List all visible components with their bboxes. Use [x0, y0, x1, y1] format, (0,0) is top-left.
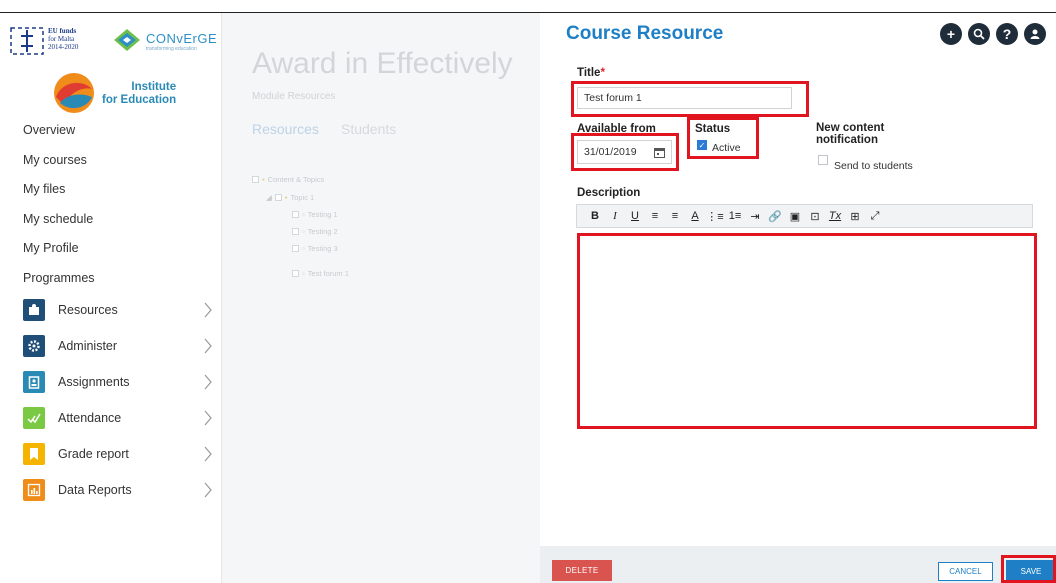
highlight-box	[571, 81, 809, 117]
help-icon[interactable]: ?	[996, 23, 1018, 45]
eu-flag-logo	[10, 27, 44, 55]
image-icon[interactable]: ▣	[785, 210, 805, 223]
dialog-footer: DELETE CANCEL SAVE	[540, 546, 1056, 583]
search-icon[interactable]	[968, 23, 990, 45]
link-icon[interactable]: 🔗	[765, 210, 785, 223]
page-subtitle: Module Resources	[252, 91, 336, 102]
gear-icon	[23, 335, 45, 357]
highlight-box	[577, 233, 1037, 429]
cancel-button[interactable]: CANCEL	[938, 562, 993, 581]
title-label: Title*	[577, 67, 605, 79]
table-icon[interactable]: ⊞	[845, 210, 865, 223]
header-icons: + ?	[940, 23, 1046, 45]
description-label: Description	[577, 187, 641, 199]
background-page: Award in Effectively Module Resources Re…	[222, 13, 540, 583]
fullscreen-icon[interactable]: ⤢	[865, 210, 885, 223]
font-color-button[interactable]: A	[685, 210, 705, 222]
clipboard-icon	[23, 371, 45, 393]
sidebar-item-label: Grade report	[58, 447, 129, 461]
italic-button[interactable]: I	[605, 210, 625, 222]
course-resource-dialog: Course Resource + ? Title* Test forum 1 …	[540, 13, 1056, 583]
sidebar-item-data-reports[interactable]: Data Reports	[23, 477, 213, 503]
highlight-box	[571, 133, 679, 171]
eu-funds-text: EU funds for Malta 2014-2020	[48, 27, 79, 51]
nav-my-files[interactable]: My files	[23, 182, 65, 196]
resources-icon	[23, 299, 45, 321]
sidebar-item-label: Resources	[58, 303, 118, 317]
chevron-right-icon	[204, 446, 212, 462]
chevron-right-icon	[204, 374, 212, 390]
tab-students[interactable]: Students	[341, 121, 396, 137]
indent-button[interactable]: ⇥	[745, 210, 765, 223]
notification-label: New content notification	[816, 122, 885, 146]
converge-logo-icon	[114, 29, 140, 51]
align-center-button[interactable]: ≡	[665, 210, 685, 222]
highlight-box	[687, 117, 759, 159]
send-to-students-checkbox[interactable]	[818, 155, 828, 165]
sidebar-item-label: Administer	[58, 339, 118, 353]
underline-button[interactable]: U	[625, 210, 645, 222]
bookmark-icon	[23, 443, 45, 465]
nav-my-courses[interactable]: My courses	[23, 153, 87, 167]
sidebar-item-label: Attendance	[58, 411, 122, 425]
tree-item[interactable]: ▫ Testing 1	[292, 210, 338, 219]
sidebar-item-label: Assignments	[58, 375, 130, 389]
sidebar-item-resources[interactable]: Resources	[23, 297, 213, 323]
chevron-right-icon	[204, 410, 212, 426]
converge-tagline: transforming education	[146, 46, 197, 52]
nav-my-profile[interactable]: My Profile	[23, 241, 79, 255]
user-icon[interactable]	[1024, 23, 1046, 45]
nav-programmes[interactable]: Programmes	[23, 271, 95, 285]
tree-item[interactable]: ◢ ▪ Topic 1	[266, 193, 314, 202]
sidebar-item-attendance[interactable]: Attendance	[23, 405, 213, 431]
editor-toolbar: B I U ≡ ≡ A ⋮≡ 1≡ ⇥ 🔗 ▣ ⊡ Tx ⊞ ⤢	[576, 204, 1033, 228]
add-icon[interactable]: +	[940, 23, 962, 45]
tree-item[interactable]: ▫ Testing 3	[292, 244, 338, 253]
sidebar-item-administer[interactable]: Administer	[23, 333, 213, 359]
chart-icon	[23, 479, 45, 501]
converge-logo-text: CONvErGE	[146, 31, 218, 46]
sidebar-item-label: Data Reports	[58, 483, 132, 497]
institute-logo-icon	[54, 73, 94, 113]
nav-my-schedule[interactable]: My schedule	[23, 212, 93, 226]
bold-button[interactable]: B	[585, 210, 605, 222]
send-to-students-label: Send to students	[834, 160, 913, 172]
tree-item[interactable]: ▫ Testing 2	[292, 227, 338, 236]
chevron-right-icon	[204, 338, 212, 354]
nav-overview[interactable]: Overview	[23, 123, 75, 137]
chevron-right-icon	[204, 302, 212, 318]
media-icon[interactable]: ⊡	[805, 210, 825, 223]
tab-resources[interactable]: Resources	[252, 121, 319, 137]
bullet-list-button[interactable]: ⋮≡	[705, 210, 725, 223]
delete-button[interactable]: DELETE	[552, 560, 612, 581]
institute-logo-text: Institute for Education	[102, 81, 177, 106]
sidebar-item-grade-report[interactable]: Grade report	[23, 441, 213, 467]
sidebar-item-assignments[interactable]: Assignments	[23, 369, 213, 395]
check-icon	[23, 407, 45, 429]
tree-item[interactable]: ▪ Content & Topics	[252, 175, 324, 184]
sidebar: EU funds for Malta 2014-2020 CONvErGE tr…	[0, 13, 222, 583]
clear-format-button[interactable]: Tx	[825, 210, 845, 222]
align-left-button[interactable]: ≡	[645, 210, 665, 222]
tree-item[interactable]: ▫ Test forum 1	[292, 269, 349, 278]
page-title: Award in Effectively	[252, 47, 513, 80]
highlight-box	[1001, 555, 1056, 583]
dialog-title: Course Resource	[566, 23, 724, 44]
numbered-list-button[interactable]: 1≡	[725, 210, 745, 222]
chevron-right-icon	[204, 482, 212, 498]
